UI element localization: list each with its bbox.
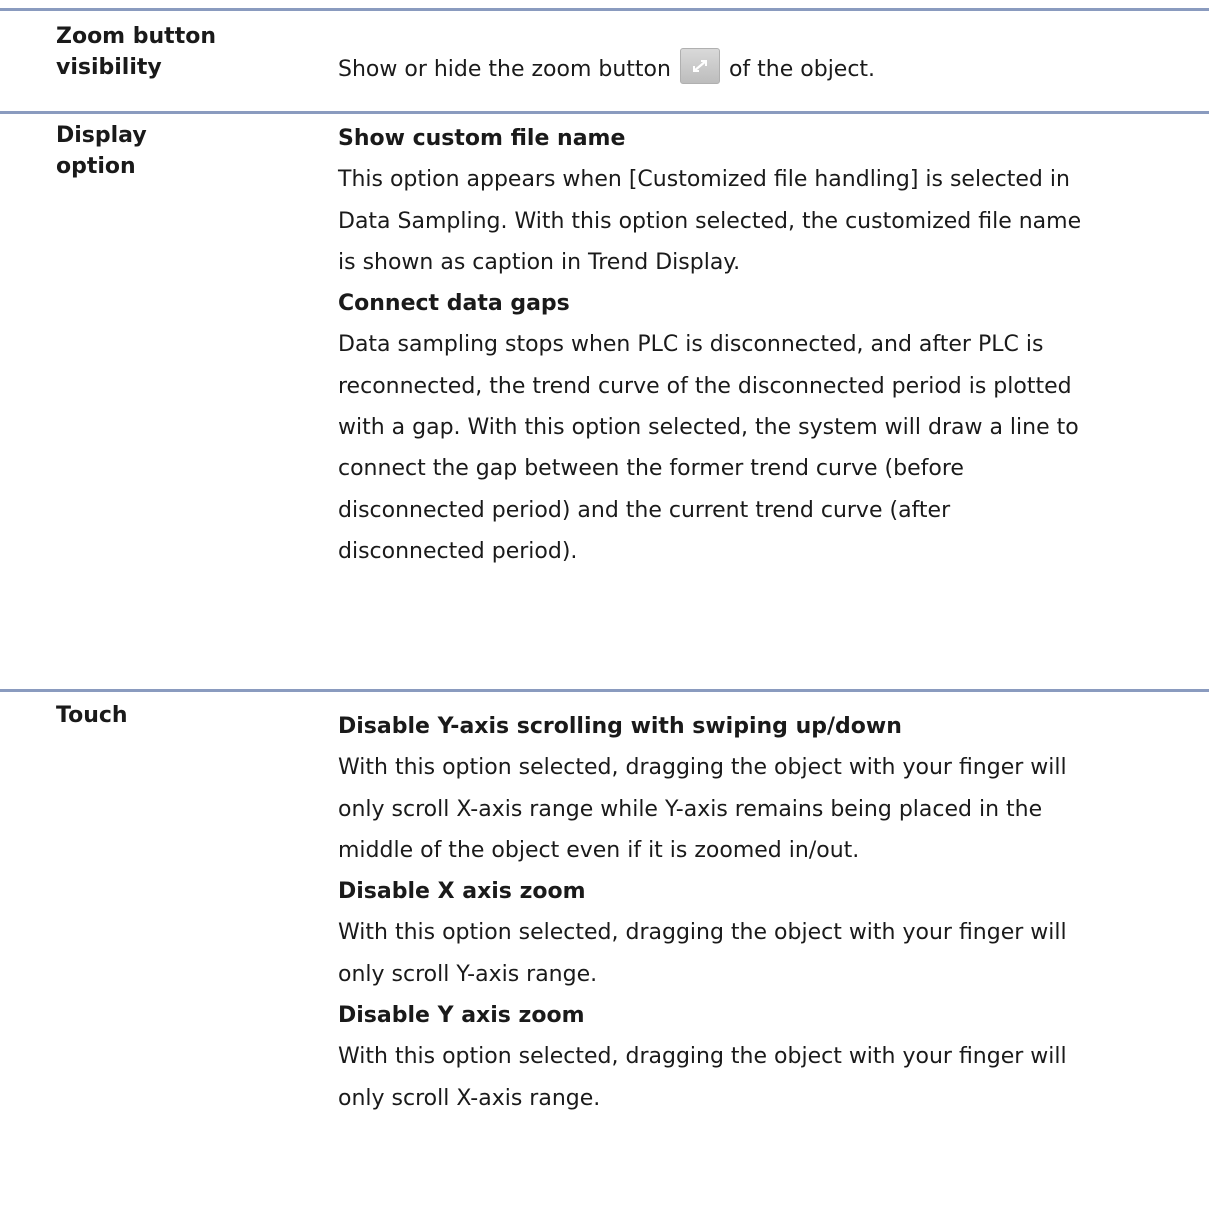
paragraph-line: reconnected, the trend curve of the disc… [338,373,1072,399]
paragraph-line: middle of the object even if it is zoome… [338,837,860,863]
description-text: of the object. [728,57,876,82]
paragraph-line: This option appears when [Customized fil… [338,167,1070,193]
paragraph-line: connect the gap between the former trend… [338,456,964,482]
paragraph-line: Data sampling stops when PLC is disconne… [338,332,1044,358]
row-separator-2 [0,689,1209,692]
row-label-line: Touch [56,703,128,728]
row-label-line: Display [56,123,147,148]
paragraph-line: With this option selected, dragging the … [338,920,1067,946]
row-label-display-option: Display option [56,120,147,182]
row-label-line: option [56,154,136,179]
description-text: Show or hide the zoom button [338,57,671,82]
paragraph-line: is shown as caption in Trend Display. [338,249,741,275]
row-label-line: visibility [56,55,162,80]
option-heading: Connect data gaps [338,291,570,317]
option-heading: Disable Y-axis scrolling with swiping up… [338,714,902,739]
option-heading: Show custom file name [338,126,626,151]
paragraph-line: only scroll Y-axis range. [338,961,598,987]
row-label-line: Zoom button [56,24,216,49]
paragraph-line: With this option selected, dragging the … [338,755,1067,781]
row-label-touch: Touch [56,700,128,731]
touch-content: Disable Y-axis scrolling with swiping up… [338,706,1200,1119]
paragraph-line: disconnected period). [338,538,578,564]
paragraph-line: Data Sampling. With this option selected… [338,208,1082,234]
paragraph-line: only scroll X-axis range while Y-axis re… [338,796,1043,822]
table-top-border [0,8,1209,11]
option-heading: Disable X axis zoom [338,879,586,905]
paragraph-line: disconnected period) and the current tre… [338,497,951,523]
zoom-button-description: Show or hide the zoom button of the objec… [338,48,876,88]
display-option-content: Show custom file name This option appear… [338,118,1200,572]
paragraph-line: only scroll X-axis range. [338,1085,601,1111]
row-separator-1 [0,111,1209,114]
paragraph-line: With this option selected, dragging the … [338,1044,1067,1070]
zoom-expand-icon [679,48,720,84]
row-label-zoom-button-visibility: Zoom button visibility [56,21,216,83]
paragraph-line: with a gap. With this option selected, t… [338,415,1079,441]
option-heading: Disable Y axis zoom [338,1003,585,1029]
